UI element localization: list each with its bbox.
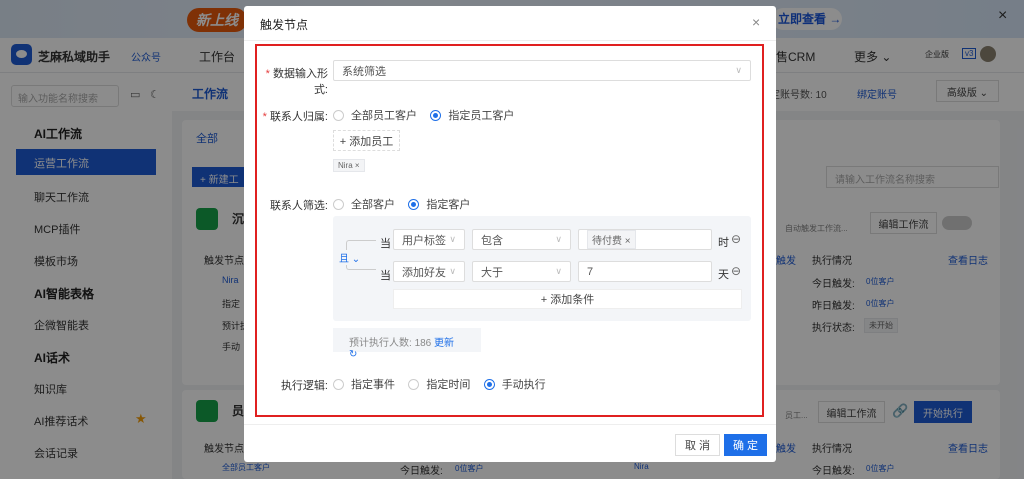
staff-tag[interactable]: Nira × bbox=[333, 159, 365, 172]
refresh-link[interactable]: 更新 bbox=[434, 338, 454, 349]
chevron-down-icon: ∨ bbox=[735, 65, 742, 75]
refresh-icon[interactable]: ↻ bbox=[349, 349, 357, 360]
exec-radio-time[interactable]: 指定时间 bbox=[408, 376, 470, 392]
close-icon[interactable]: × bbox=[752, 14, 760, 30]
exec-radio-manual[interactable]: 手动执行 bbox=[483, 376, 546, 392]
when-label: 当 bbox=[380, 270, 391, 282]
unit-label: 天 bbox=[718, 269, 729, 281]
estimate-label: 预计执行人数: bbox=[349, 338, 412, 349]
estimate-box: 预计执行人数: 186 更新 ↻ bbox=[333, 328, 481, 360]
input-form-select[interactable]: 系统筛选 ∨ bbox=[333, 60, 751, 81]
condition-op-select[interactable]: 大于 ∨ bbox=[472, 261, 571, 282]
input-form-label: 数据输入形式: bbox=[273, 68, 328, 96]
when-label: 当 bbox=[380, 238, 391, 250]
trigger-node-dialog: 触发节点 × * 数据输入形式: 系统筛选 ∨ * 联系人归属: 全部员工客户 指… bbox=[244, 6, 776, 462]
condition-field-select[interactable]: 用户标签 ∨ bbox=[393, 229, 465, 250]
cancel-button[interactable]: 取 消 bbox=[675, 434, 720, 456]
value-tag[interactable]: 待付费 × bbox=[587, 230, 636, 249]
owner-radio-specified[interactable]: 指定员工客户 bbox=[430, 107, 514, 123]
confirm-button[interactable]: 确 定 bbox=[724, 434, 767, 456]
exec-radio-event[interactable]: 指定事件 bbox=[333, 376, 395, 392]
condition-field-select[interactable]: 添加好友 ∨ bbox=[393, 261, 465, 282]
filter-label: 联系人筛选: bbox=[269, 200, 328, 212]
add-condition-button[interactable]: + 添加条件 bbox=[393, 289, 742, 309]
footer-divider bbox=[244, 424, 776, 425]
unit-label: 时 bbox=[718, 237, 729, 249]
add-staff-button[interactable]: + 添加员工 bbox=[333, 130, 400, 151]
owner-label: 联系人归属: bbox=[269, 111, 328, 123]
condition-value-input[interactable]: 7 bbox=[578, 261, 712, 282]
dialog-title: 触发节点 bbox=[260, 18, 309, 32]
input-form-value: 系统筛选 bbox=[342, 65, 386, 78]
condition-op-select[interactable]: 包含 ∨ bbox=[472, 229, 571, 250]
estimate-value: 186 bbox=[414, 338, 432, 349]
exec-logic-label: 执行逻辑: bbox=[280, 380, 328, 392]
filter-radio-specified[interactable]: 指定客户 bbox=[408, 196, 470, 212]
divider bbox=[244, 40, 776, 41]
filter-radio-all[interactable]: 全部客户 bbox=[333, 196, 395, 212]
remove-condition-icon[interactable]: ⊖ bbox=[731, 264, 741, 278]
logic-select[interactable]: 且 ⌄ bbox=[339, 250, 361, 265]
owner-radio-all[interactable]: 全部员工客户 bbox=[333, 107, 417, 123]
remove-condition-icon[interactable]: ⊖ bbox=[731, 232, 741, 246]
condition-value-input[interactable]: 待付费 × bbox=[578, 229, 712, 250]
